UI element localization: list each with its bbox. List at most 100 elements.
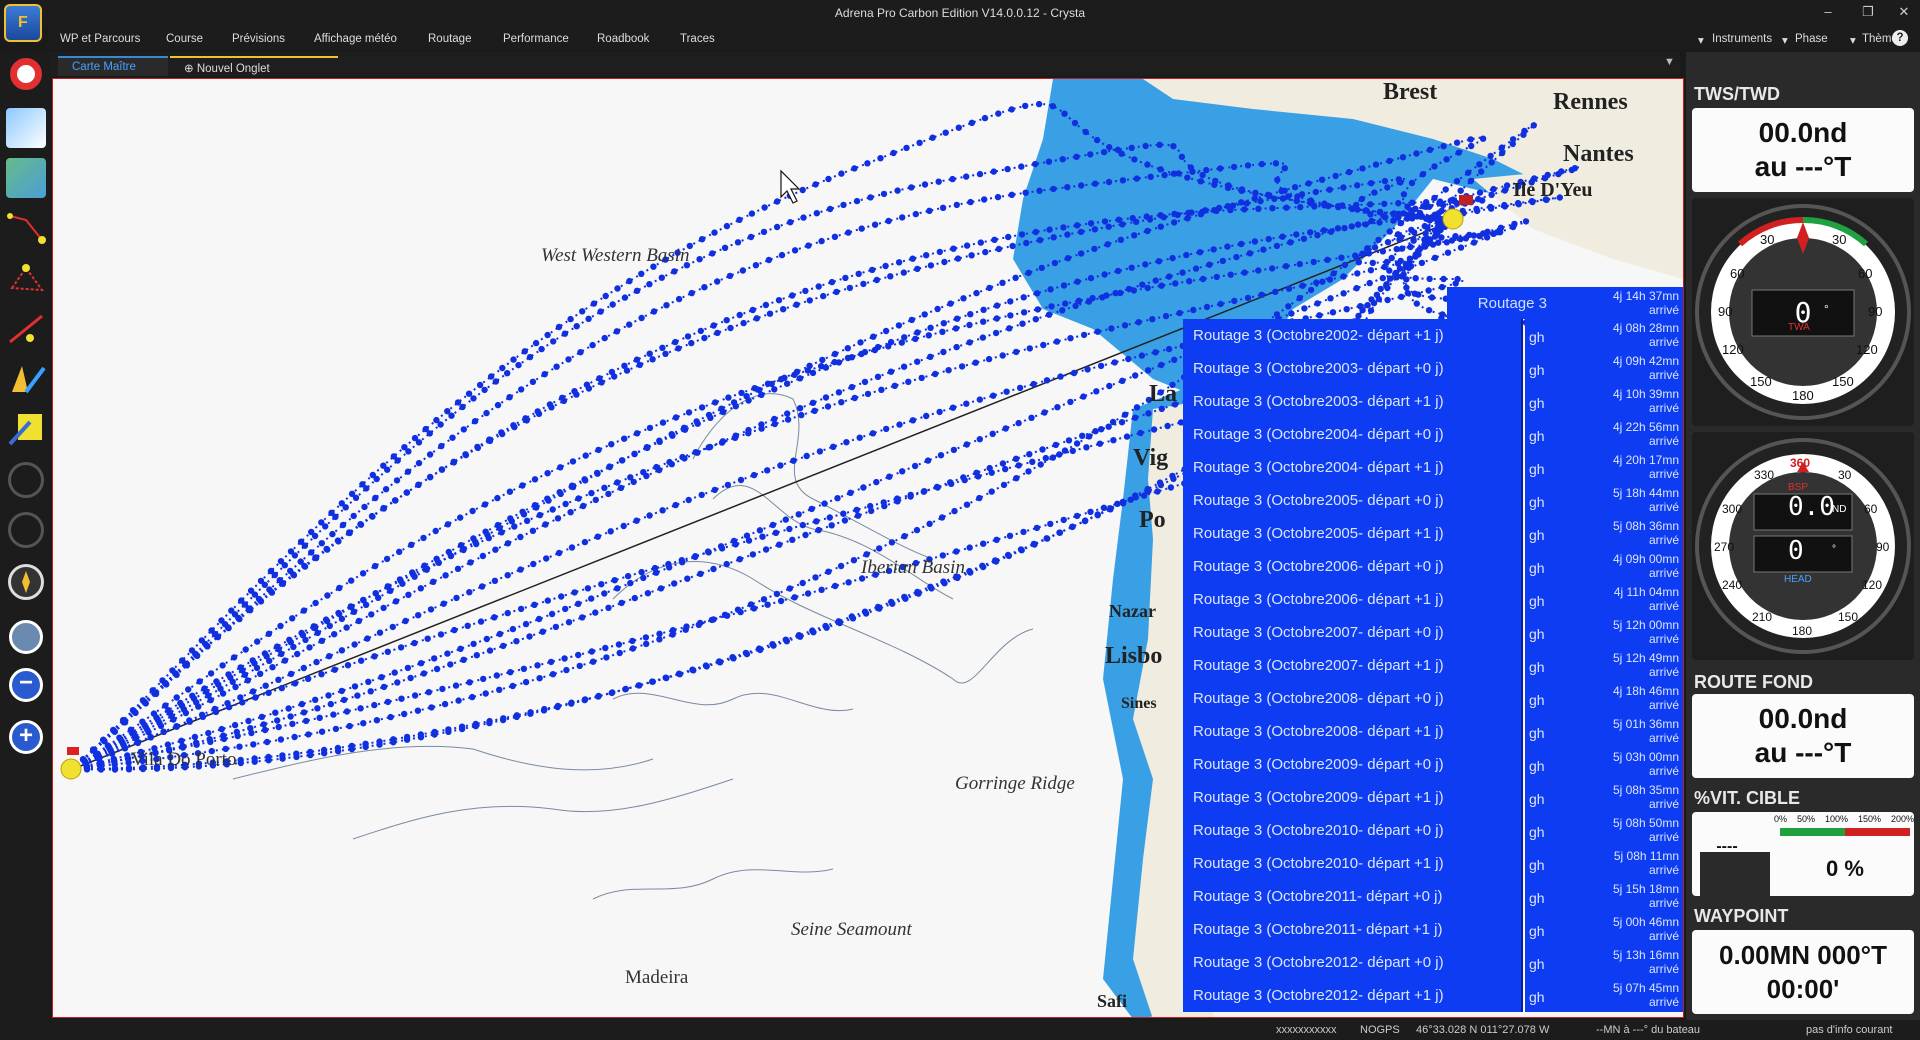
track-point <box>455 697 462 704</box>
track-point <box>492 378 500 385</box>
compass-icon[interactable] <box>8 564 44 600</box>
menu-routage[interactable]: Routage <box>428 33 471 45</box>
route-fond-display[interactable]: 00.0nd au ---°T <box>1692 694 1914 778</box>
twa-gauge[interactable]: 0 ° TWA 30 30 60 60 90 90 120 120 150 15… <box>1692 198 1914 426</box>
app-logo[interactable]: F <box>4 4 42 42</box>
routing-row[interactable]: Routage 3 (Octobre2004- départ +0 j) gh 4j… <box>1183 418 1683 451</box>
routing-row[interactable]: Routage 3 (Octobre2004- départ +1 j) gh 4j… <box>1183 451 1683 484</box>
routing-row[interactable]: Routage 3 (Octobre2005- départ +0 j) gh 5j… <box>1183 484 1683 517</box>
notes-icon[interactable] <box>6 408 46 448</box>
help-icon[interactable]: ? <box>1892 30 1908 46</box>
track-point <box>1422 230 1429 237</box>
track-point <box>273 643 281 650</box>
track-point <box>672 338 679 346</box>
menu-roadbook[interactable]: Roadbook <box>597 33 649 45</box>
track-point <box>1398 293 1405 300</box>
track-point <box>994 193 1002 201</box>
tab-carte-maitre[interactable]: Carte Maître <box>58 56 168 76</box>
routing-row[interactable]: Routage 3 (Octobre2010- départ +1 j) gh 5j… <box>1183 847 1683 880</box>
routing-row[interactable]: Routage 3 (Octobre2003- départ +1 j) gh 4j… <box>1183 385 1683 418</box>
track-point <box>688 289 695 297</box>
routing-name: Routage 3 (Octobre2009- départ +1 j) <box>1183 781 1523 814</box>
bsp-heading-gauge[interactable]: BSP 0.0 ND 0 ° HEAD 360 330 30 300 60 27… <box>1692 432 1914 660</box>
routing-row[interactable]: Routage 3 (Octobre2010- départ +0 j) gh 5j… <box>1183 814 1683 847</box>
tab-nouvel-onglet[interactable]: ⊕ Nouvel Onglet <box>170 56 338 76</box>
routing-row[interactable]: Routage 3 (Octobre2006- départ +0 j) gh 4j… <box>1183 550 1683 583</box>
track-point <box>1007 298 1014 305</box>
menu-performance[interactable]: Performance <box>503 33 569 45</box>
routing-row[interactable]: Routage 3 (Octobre2012- départ +0 j) gh 5j… <box>1183 946 1683 979</box>
start-buoy-icon[interactable] <box>60 758 82 780</box>
zoom-in-icon[interactable]: + <box>9 720 43 754</box>
settings-map-icon[interactable] <box>6 158 46 198</box>
track-point <box>1300 235 1308 242</box>
routing-row[interactable]: Routage 3 (Octobre2005- départ +1 j) gh 5j… <box>1183 517 1683 550</box>
zoom-fit-icon[interactable] <box>9 620 43 654</box>
track-point <box>393 477 401 484</box>
map-label-po: Po <box>1139 507 1166 533</box>
track-point <box>698 491 705 499</box>
map-label-gorringe: Gorringe Ridge <box>955 773 1075 794</box>
track-point <box>567 509 574 516</box>
routing-row[interactable]: Routage 3 (Octobre2007- départ +0 j) gh 5j… <box>1183 616 1683 649</box>
end-buoy-icon[interactable] <box>1442 208 1464 230</box>
track-point <box>1112 289 1119 297</box>
compass-disabled-icon[interactable] <box>8 462 44 498</box>
route-edit-icon[interactable] <box>6 208 46 248</box>
routing-row[interactable]: Routage 3 (Octobre2008- départ +1 j) gh 5j… <box>1183 715 1683 748</box>
routing-row[interactable]: Routage 3 (Octobre2011- départ +0 j) gh 5j… <box>1183 880 1683 913</box>
chart-map[interactable]: Brest Rennes Nantes Ile D'Yeu West Weste… <box>52 78 1684 1018</box>
menu-wp-parcours[interactable]: WP et Parcours <box>60 33 140 45</box>
track-point <box>895 259 903 266</box>
track-point <box>1251 238 1259 245</box>
routing-status: arrivé <box>1648 830 1679 844</box>
restore-button[interactable]: ❐ <box>1856 4 1880 20</box>
track-point <box>834 495 841 502</box>
track-point <box>584 585 592 592</box>
track-point <box>1366 279 1373 287</box>
route-triangle-icon[interactable] <box>6 258 46 298</box>
routing-row[interactable]: Routage 3 (Octobre2002- départ +1 j) gh 4j… <box>1183 319 1683 352</box>
close-button[interactable]: ✕ <box>1892 4 1916 20</box>
routing-row[interactable]: Routage 3 (Octobre2008- départ +0 j) gh 4j… <box>1183 682 1683 715</box>
track-point <box>159 677 166 684</box>
routing-row[interactable]: Routage 3 (Octobre2007- départ +1 j) gh 5j… <box>1183 649 1683 682</box>
tws-display[interactable]: 00.0nd au ---°T <box>1692 108 1914 192</box>
weather-map-icon[interactable] <box>6 108 46 148</box>
tab-dropdown-chevron-icon[interactable]: ▼ <box>1664 56 1675 68</box>
track-point <box>129 707 137 714</box>
boat-pencil-icon[interactable] <box>6 358 46 398</box>
zoom-out-icon[interactable]: − <box>9 668 43 702</box>
target-disabled-icon[interactable] <box>8 512 44 548</box>
track-point <box>769 521 777 529</box>
instruments-menu[interactable]: Instruments <box>1712 33 1772 45</box>
track-point <box>265 689 272 696</box>
minimize-button[interactable]: – <box>1816 4 1840 19</box>
track-point <box>638 568 645 576</box>
track-point <box>404 664 412 672</box>
lifebuoy-icon[interactable] <box>10 58 42 90</box>
menu-affichage-meteo[interactable]: Affichage météo <box>314 33 397 45</box>
vit-cible-display[interactable]: ---- 0% 50% 100% 150% 200% 0 % <box>1692 812 1914 896</box>
menu-course[interactable]: Course <box>166 33 203 45</box>
track-point <box>557 464 564 471</box>
track-point <box>532 339 540 347</box>
track-point <box>485 534 492 542</box>
routing-row[interactable]: Routage 3 (Octobre2009- départ +0 j) gh 5j… <box>1183 748 1683 781</box>
track-point <box>1125 355 1132 363</box>
routing-row[interactable]: Routage 3 (Octobre2003- départ +0 j) gh 4j… <box>1183 352 1683 385</box>
routing-row[interactable]: Routage 3 (Octobre2011- départ +1 j) gh 5j… <box>1183 913 1683 946</box>
routing-row[interactable]: Routage 3 (Octobre2009- départ +1 j) gh 5j… <box>1183 781 1683 814</box>
routing-row[interactable]: Routage 3 (Octobre2006- départ +1 j) gh 4j… <box>1183 583 1683 616</box>
routing-row[interactable]: Routage 3 (Octobre2012- départ +1 j) gh 5j… <box>1183 979 1683 1012</box>
track-point <box>510 356 517 363</box>
track-point <box>1087 508 1094 515</box>
route-measure-icon[interactable] <box>6 308 46 348</box>
routing-duration: 5j 03h 00mn arrivé <box>1555 748 1683 781</box>
menu-previsions[interactable]: Prévisions <box>232 33 285 45</box>
track-point <box>1501 187 1509 194</box>
phase-menu[interactable]: Phase <box>1795 33 1828 45</box>
menu-traces[interactable]: Traces <box>680 33 715 45</box>
waypoint-display[interactable]: 0.00MN 000°T 00:00' <box>1692 930 1914 1014</box>
routing-duration: 5j 07h 45mn arrivé <box>1555 979 1683 1012</box>
